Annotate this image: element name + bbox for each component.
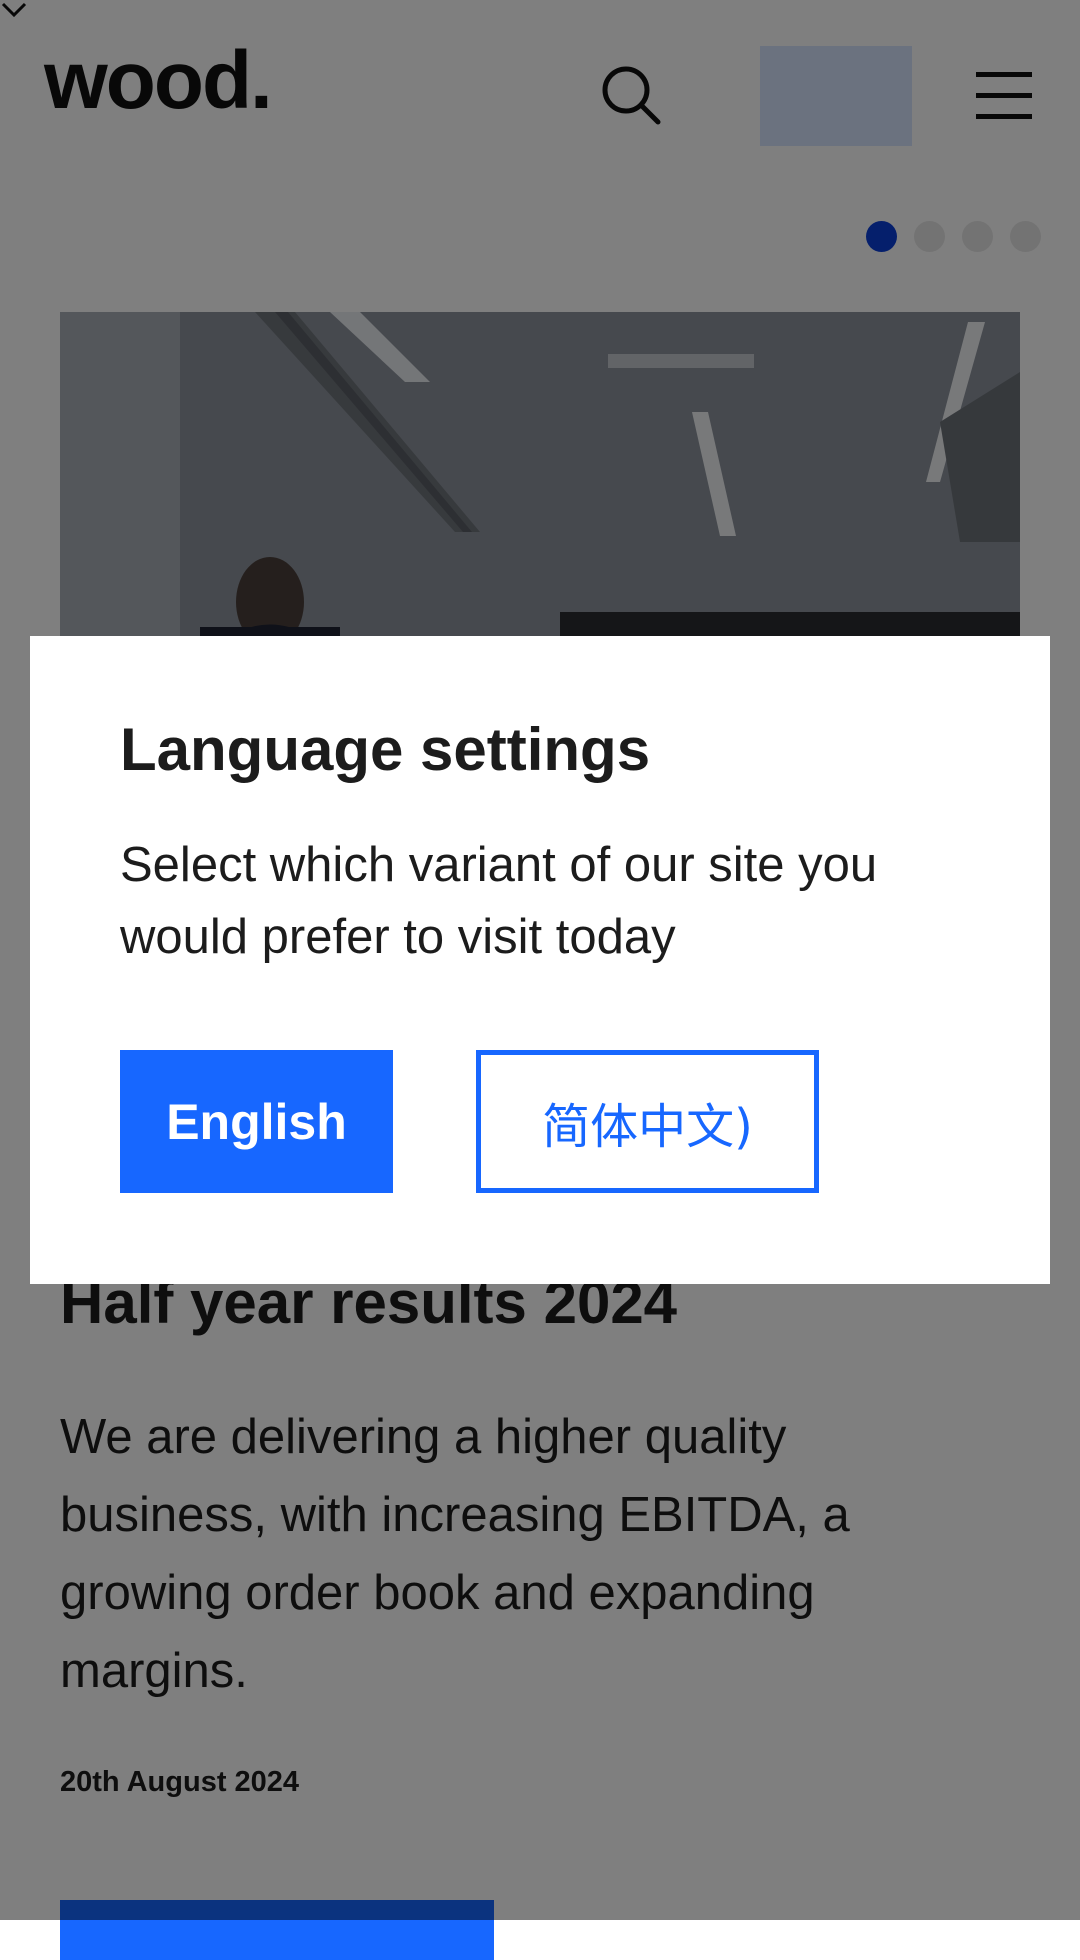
language-settings-dialog: Language settings Select which variant o… — [30, 636, 1050, 1284]
dialog-description: Select which variant of our site you wou… — [120, 838, 878, 964]
english-button[interactable]: English — [120, 1050, 393, 1193]
dialog-title: Language settings — [120, 716, 651, 783]
simplified-chinese-button[interactable]: 简体中文) — [476, 1050, 819, 1193]
